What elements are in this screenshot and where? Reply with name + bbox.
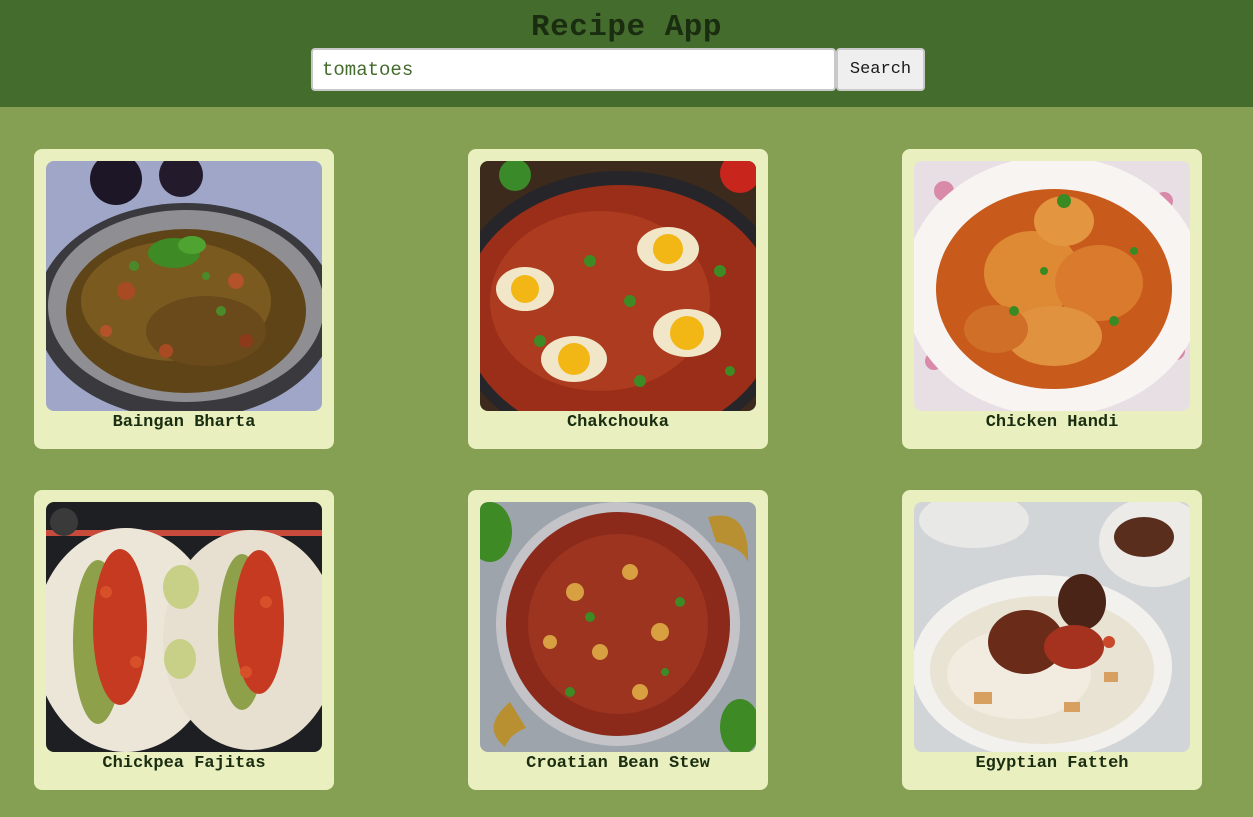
recipe-name: Chickpea Fajitas	[102, 754, 266, 773]
recipe-name: Egyptian Fatteh	[975, 754, 1129, 773]
recipe-photo-chicken-handi[interactable]	[914, 161, 1190, 411]
recipe-name: Croatian Bean Stew	[526, 754, 710, 773]
recipe-card[interactable]: Baingan Bharta	[34, 149, 334, 449]
app-header: Recipe App Search	[0, 0, 1253, 107]
recipe-name: Baingan Bharta	[112, 413, 256, 432]
recipe-card[interactable]: Chicken Handi	[902, 149, 1202, 449]
recipe-name: Chicken Handi	[985, 413, 1119, 432]
recipe-card[interactable]: Chickpea Fajitas	[34, 490, 334, 790]
search-button[interactable]: Search	[836, 48, 925, 91]
recipe-photo-egyptian-fatteh[interactable]	[914, 502, 1190, 752]
recipe-photo-croatian-bean-stew[interactable]	[480, 502, 756, 752]
recipe-photo-chickpea-fajitas[interactable]	[46, 502, 322, 752]
recipe-photo-baingan-bharta[interactable]	[46, 161, 322, 411]
recipe-name: Chakchouka	[566, 413, 670, 432]
app-title: Recipe App	[530, 10, 723, 45]
recipe-card[interactable]: Croatian Bean Stew	[468, 490, 768, 790]
recipe-card[interactable]: Chakchouka	[468, 149, 768, 449]
search-input[interactable]	[311, 48, 836, 91]
recipe-photo-chakchouka[interactable]	[480, 161, 756, 411]
recipe-card[interactable]: Egyptian Fatteh	[902, 490, 1202, 790]
